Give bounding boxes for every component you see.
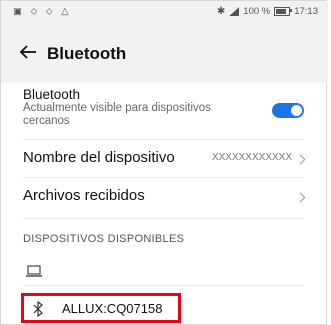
device-name: ALLUX:CQ07158 xyxy=(62,301,163,316)
clock: 17:13 xyxy=(294,6,318,17)
received-files-row[interactable]: Archivos recibidos xyxy=(1,187,328,211)
divider xyxy=(23,177,304,178)
screen-frame: ▣ ⬦ ⬦ △ ✱ 100 % 17:13 Bluetooth Bluetoot… xyxy=(0,0,328,325)
page-title: Bluetooth xyxy=(47,44,127,63)
device-name-row[interactable]: Nombre del dispositivo XXXXXXXXXXXX xyxy=(1,149,328,173)
back-arrow-icon[interactable] xyxy=(19,43,37,61)
app-bar: Bluetooth xyxy=(1,27,328,83)
received-files-label: Archivos recibidos xyxy=(23,187,145,204)
available-devices-header: DISPOSITIVOS DISPONIBLES xyxy=(23,233,185,245)
bluetooth-toggle[interactable] xyxy=(272,103,304,118)
battery-icon xyxy=(274,7,293,16)
divider xyxy=(23,285,304,286)
divider xyxy=(23,218,304,219)
toggle-knob xyxy=(291,105,302,116)
status-bar: ▣ ⬦ ⬦ △ ✱ 100 % 17:13 xyxy=(1,1,328,27)
signal-icon xyxy=(229,7,240,16)
bluetooth-description: Actualmente visible para dispositivos ce… xyxy=(23,102,211,127)
available-device-item[interactable]: ALLUX:CQ07158 xyxy=(21,293,181,323)
device-name-value: XXXXXXXXXXXX xyxy=(211,152,292,163)
laptop-icon[interactable] xyxy=(25,263,43,279)
notification-icons: ▣ ⬦ ⬦ △ xyxy=(13,6,72,17)
bluetooth-icon xyxy=(33,301,43,317)
divider xyxy=(23,139,304,140)
bluetooth-status-icon: ✱ xyxy=(216,6,226,17)
battery-percentage: 100 % xyxy=(243,6,271,17)
status-right: ✱ 100 % 17:13 xyxy=(217,6,318,17)
bluetooth-label: Bluetooth xyxy=(23,87,81,102)
